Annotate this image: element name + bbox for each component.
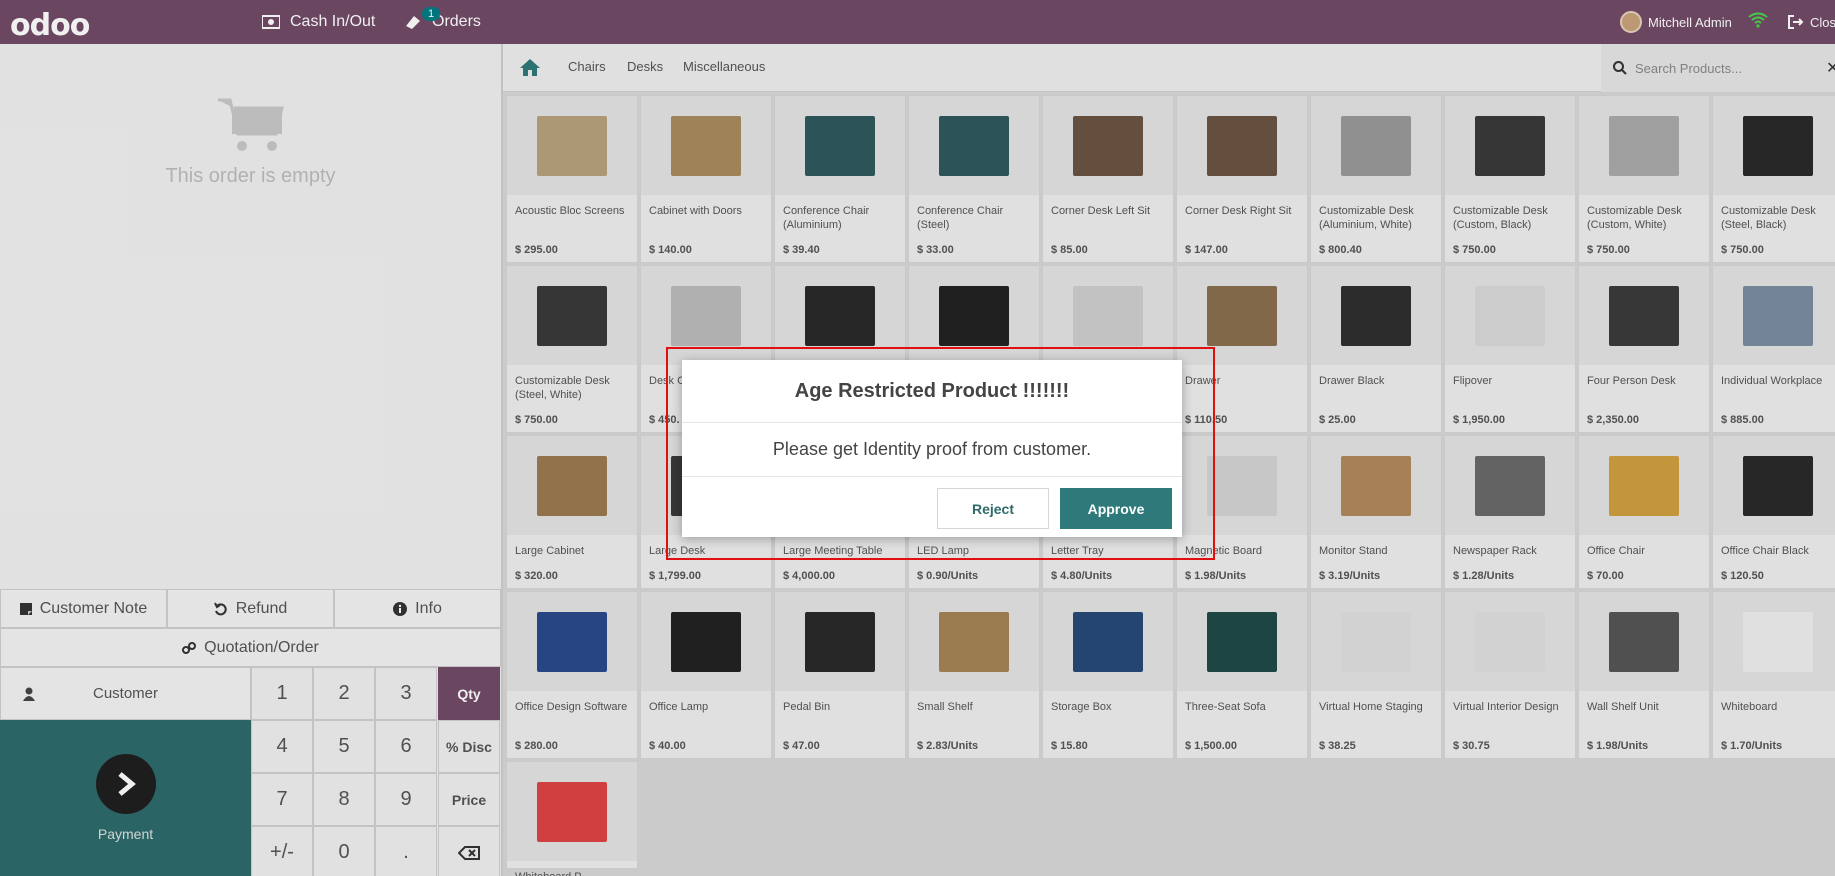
approve-button[interactable]: Approve [1060, 488, 1172, 529]
dialog-footer: Reject Approve [682, 477, 1182, 537]
dialog-title: Age Restricted Product !!!!!!! [682, 360, 1182, 423]
reject-button[interactable]: Reject [937, 488, 1049, 529]
age-restriction-dialog: Age Restricted Product !!!!!!! Please ge… [682, 360, 1182, 537]
dialog-message: Please get Identity proof from customer. [682, 423, 1182, 477]
